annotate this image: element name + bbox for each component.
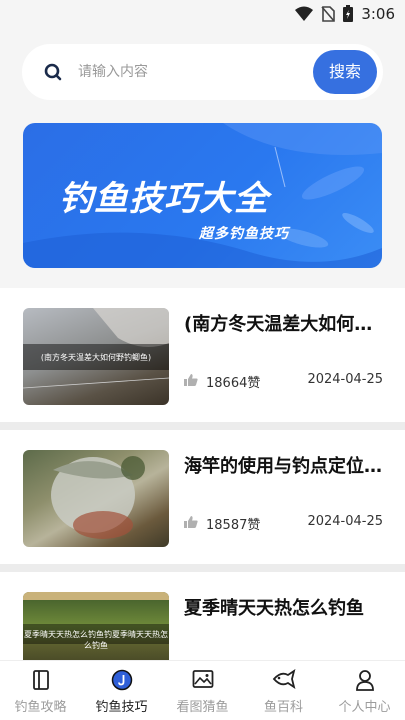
banner-title: 钓鱼技巧大全 [59,179,269,219]
article-card[interactable]: (南方冬天温差大如何野钓鲫鱼) (南方冬天温差大如何野钓鲫鱼) 18664赞 2… [0,288,405,422]
fish-icon [272,669,295,689]
article-thumbnail: 夏季晴天天热怎么钓鱼钓夏季晴天天热怎么钓鱼 [23,592,169,660]
banner-subtitle: 超多钓鱼技巧 [199,226,289,242]
thumbs-up-icon [184,374,198,386]
tab-fish-encyclopedia[interactable]: 鱼百科 [243,661,324,720]
thumbnail-caption: 夏季晴天天热怎么钓鱼钓夏季晴天天热怎么钓鱼 [24,630,168,650]
article-thumbnail: (南方冬天温差大如何野钓鲫鱼) [23,308,169,405]
search-input[interactable] [78,59,308,85]
search-icon [44,63,62,81]
article-thumbnail [23,450,169,547]
article-title: 夏季晴天天热怎么钓鱼 [184,598,364,619]
tab-label: 看图猜鱼 [176,700,229,715]
article-date: 2024-04-25 [307,372,383,387]
tab-label: 个人中心 [338,700,391,715]
status-icons [295,5,353,22]
bottom-tab-bar: 钓鱼攻略 钓鱼技巧 看图猜鱼 鱼百科 个人中心 [0,660,405,720]
battery-icon [343,5,353,22]
thumbnail-scene [51,456,145,539]
thumbnail-caption: (南方冬天温差大如何野钓鲫鱼) [40,353,152,362]
article-likes: 18664赞 [206,376,261,391]
article-likes: 18587赞 [206,518,261,533]
article-list: (南方冬天温差大如何野钓鲫鱼) (南方冬天温差大如何野钓鲫鱼) 18664赞 2… [0,288,405,660]
image-icon [192,670,213,688]
tab-label: 钓鱼技巧 [95,700,148,715]
tab-fishing-skills[interactable]: 钓鱼技巧 [81,661,162,720]
tab-guess-fish[interactable]: 看图猜鱼 [162,661,243,720]
fishing-skill-icon [111,669,132,691]
no-sim-icon [321,5,335,22]
tab-profile[interactable]: 个人中心 [324,661,405,720]
tab-fishing-guide[interactable]: 钓鱼攻略 [0,661,81,720]
search-button[interactable]: 搜索 [313,50,377,94]
article-title: (南方冬天温差大如何野钓鲫鱼) [184,314,384,335]
status-time: 3:06 [361,5,395,23]
tab-label: 钓鱼攻略 [14,700,67,715]
search-bar: 搜索 [22,44,383,100]
article-title: 海竿的使用与钓点定位技巧 [184,456,384,477]
article-card[interactable]: 海竿的使用与钓点定位技巧 18587赞 2024-04-25 [0,430,405,564]
banner[interactable]: 钓鱼技巧大全 超多钓鱼技巧 [23,123,382,268]
article-date: 2024-04-25 [307,514,383,529]
thumbs-up-icon [184,516,198,528]
status-bar: 3:06 [0,0,405,28]
user-icon [355,670,374,691]
wifi-icon [295,6,313,21]
book-icon [32,670,49,690]
article-card[interactable]: 夏季晴天天热怎么钓鱼钓夏季晴天天热怎么钓鱼 夏季晴天天热怎么钓鱼 [0,572,405,660]
tab-label: 鱼百科 [263,700,303,715]
